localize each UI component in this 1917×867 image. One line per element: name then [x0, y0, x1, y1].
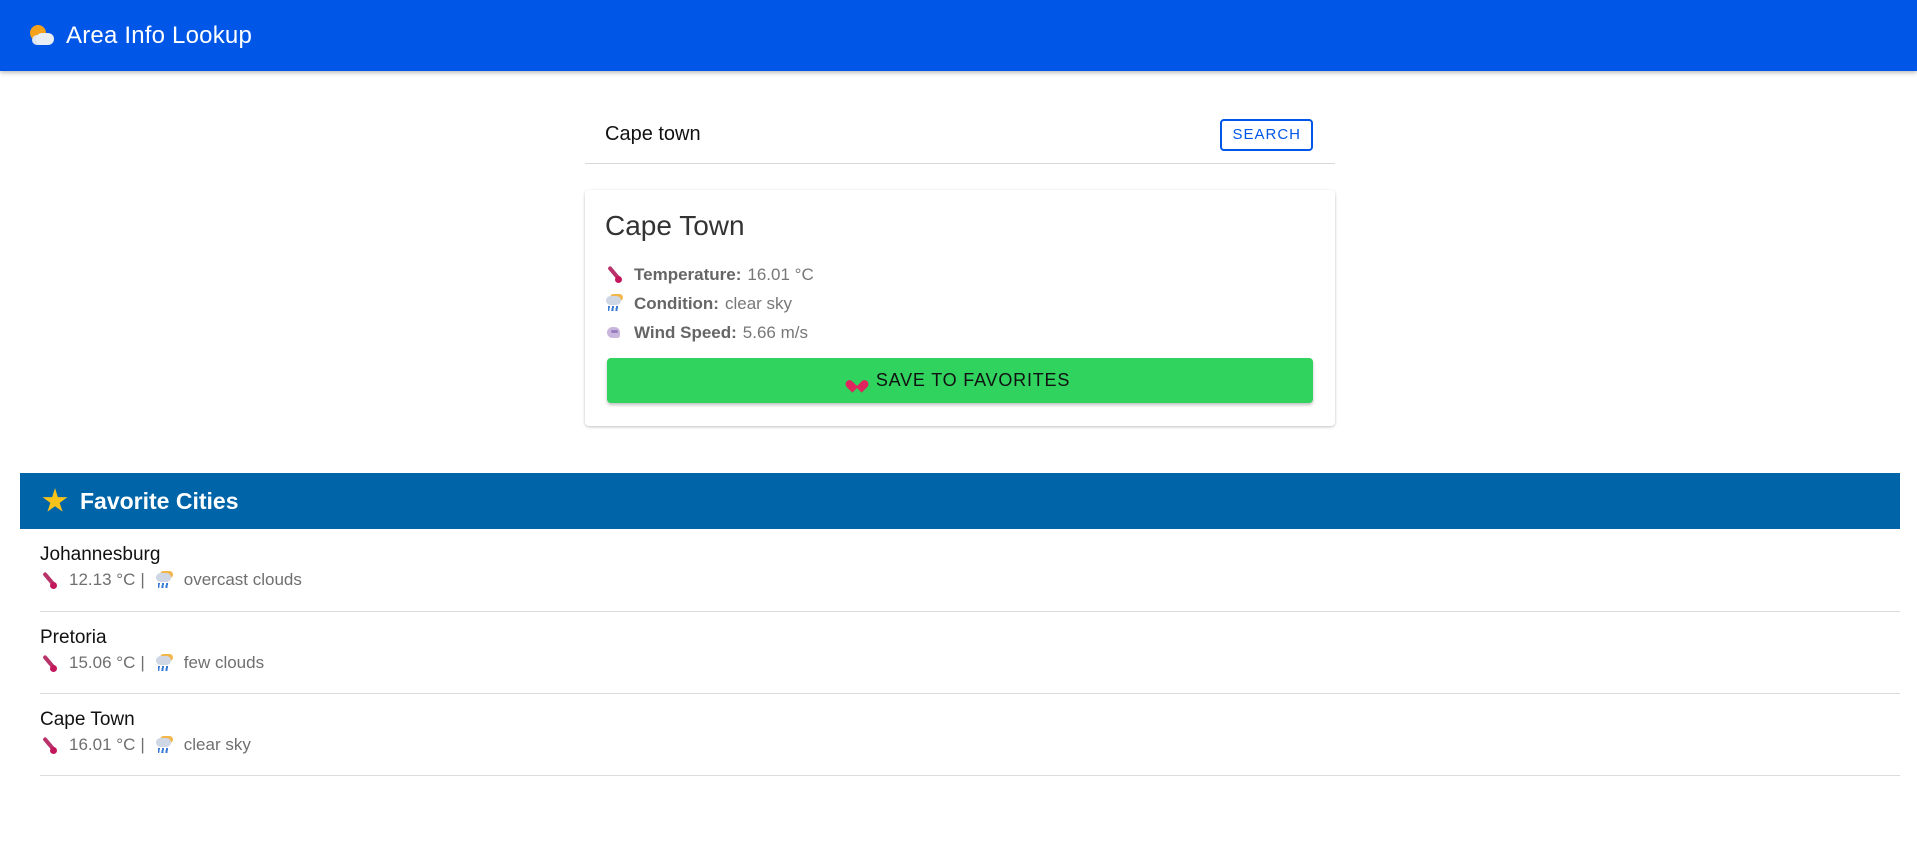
temperature-label: Temperature: [634, 264, 742, 284]
favorite-city-detail: 16.01 °C | clear sky [40, 735, 1900, 755]
favorite-temp: 16.01 °C [69, 735, 136, 754]
app-title: Area Info Lookup [66, 21, 253, 49]
favorite-city-item[interactable]: Johannesburg 12.13 °C | overcast clouds [40, 529, 1900, 612]
condition-row: Condition: clear sky [605, 289, 1313, 318]
favorite-city-detail: 12.13 °C | overcast clouds [40, 570, 1900, 590]
favorites-title: Favorite Cities [80, 487, 239, 514]
weather-result-card: Cape Town Temperature: 16.01 °C Conditio… [585, 190, 1335, 426]
sun-behind-cloud-icon [28, 23, 54, 49]
search-input[interactable] [605, 123, 1221, 146]
thermometer-icon [40, 572, 57, 589]
favorites-header: Favorite Cities [20, 473, 1900, 529]
search-bar: SEARCH [585, 106, 1335, 164]
result-city-name: Cape Town [605, 210, 745, 241]
save-to-favorites-button[interactable]: SAVE TO FAVORITES [607, 358, 1313, 403]
search-button[interactable]: SEARCH [1220, 118, 1313, 151]
favorite-condition: few clouds [183, 653, 265, 672]
wind-icon [605, 324, 622, 341]
cloud-rain-icon [605, 295, 622, 312]
temperature-value: 16.01 °C [747, 264, 814, 284]
thermometer-icon [40, 655, 57, 672]
condition-value: clear sky [724, 293, 793, 313]
favorites-list: Johannesburg 12.13 °C | overcast clouds … [40, 529, 1900, 776]
favorite-temp: 12.13 °C [69, 570, 136, 589]
favorite-city-detail: 15.06 °C | few clouds [40, 653, 1900, 673]
favorite-city-name: Pretoria [40, 627, 107, 648]
cloud-rain-icon [155, 737, 172, 754]
separator: | [140, 570, 145, 589]
thermometer-icon [605, 266, 622, 283]
separator: | [140, 735, 145, 754]
heart-icon [850, 374, 864, 388]
favorite-city-name: Cape Town [40, 709, 135, 730]
favorite-city-item[interactable]: Pretoria 15.06 °C | few clouds [40, 612, 1900, 694]
wind-value: 5.66 m/s [742, 322, 808, 342]
wind-row: Wind Speed: 5.66 m/s [605, 318, 1313, 347]
cloud-rain-icon [155, 655, 172, 672]
condition-label: Condition: [634, 293, 719, 313]
temperature-row: Temperature: 16.01 °C [605, 260, 1313, 289]
app-bar: Area Info Lookup [0, 0, 1917, 71]
favorite-condition: overcast clouds [183, 570, 302, 589]
favorite-temp: 15.06 °C [69, 653, 136, 672]
thermometer-icon [40, 737, 57, 754]
favorite-city-item[interactable]: Cape Town 16.01 °C | clear sky [40, 694, 1900, 776]
favorite-condition: clear sky [183, 735, 251, 754]
favorite-city-name: Johannesburg [40, 544, 161, 565]
save-button-label: SAVE TO FAVORITES [875, 370, 1071, 390]
wind-label: Wind Speed: [634, 322, 737, 342]
star-icon [42, 488, 68, 512]
cloud-rain-icon [155, 572, 172, 589]
separator: | [140, 653, 145, 672]
